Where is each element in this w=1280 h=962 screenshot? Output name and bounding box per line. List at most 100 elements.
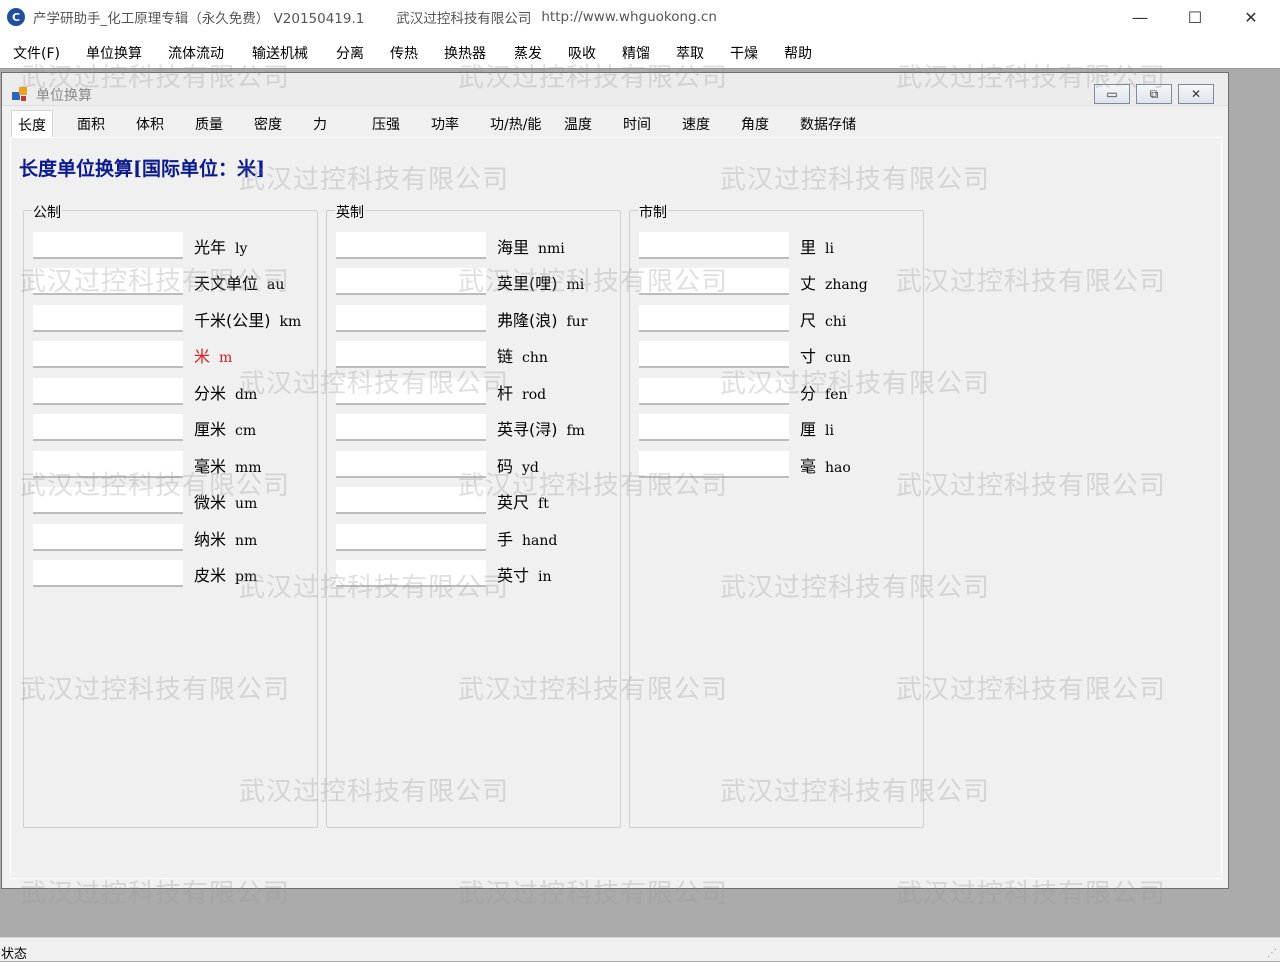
menu-fluid-flow[interactable]: 流体流动 [168, 43, 224, 63]
foot-input[interactable] [336, 487, 486, 514]
tab-temperature[interactable]: 温度 [564, 114, 592, 136]
metric-group-title: 公制 [32, 202, 62, 222]
chi-input[interactable] [639, 305, 789, 332]
unit-label: 皮米 pm [194, 562, 257, 586]
unit-name: 厘 [800, 420, 817, 439]
menu-drying[interactable]: 干燥 [730, 43, 758, 63]
unit-name: 微米 [194, 493, 227, 512]
unit-name: 分 [800, 384, 817, 403]
unit-abbr: hand [522, 533, 558, 549]
app-logo-icon: C [7, 8, 25, 26]
unit-name: 码 [497, 457, 514, 476]
unit-label: 里 li [800, 234, 834, 258]
menu-heat-exchanger[interactable]: 换热器 [444, 43, 486, 63]
menu-absorption[interactable]: 吸收 [568, 43, 596, 63]
unit-abbr: cm [235, 423, 257, 439]
cun-input[interactable] [639, 341, 789, 368]
nautical-mile-input[interactable] [336, 232, 486, 259]
unit-name: 英尺 [497, 493, 530, 512]
unit-label: 寸 cun [800, 343, 851, 367]
app-url: http://www.whguokong.cn [541, 9, 717, 25]
unit-abbr: cun [825, 350, 851, 366]
hao-input[interactable] [639, 451, 789, 478]
tab-mass[interactable]: 质量 [195, 114, 223, 136]
unit-name: 英寻(浔) [497, 420, 558, 439]
nanometer-input[interactable] [33, 524, 183, 551]
tab-speed[interactable]: 速度 [682, 114, 710, 136]
unit-label-base: 米m [194, 343, 232, 367]
imperial-group-title: 英制 [335, 202, 365, 222]
tab-length[interactable]: 长度 [11, 110, 53, 137]
unit-abbr: um [235, 496, 258, 512]
metric-group: 公制 光年 ly 天文单位 au 千米(公里) km 米m 分米 dm 厘米 cm 毫米 m… [23, 202, 318, 828]
furlong-input[interactable] [336, 305, 486, 332]
yard-input[interactable] [336, 451, 486, 478]
menu-conveying[interactable]: 输送机械 [252, 43, 308, 63]
centimeter-input[interactable] [33, 414, 183, 441]
tab-density[interactable]: 密度 [254, 114, 282, 136]
kilometer-input[interactable] [33, 305, 183, 332]
minimize-button[interactable]: — [1112, 0, 1168, 34]
menu-separation[interactable]: 分离 [336, 43, 364, 63]
fathom-input[interactable] [336, 414, 486, 441]
unit-name: 丈 [800, 274, 817, 293]
child-close-button[interactable]: ✕ [1178, 84, 1214, 104]
picometer-input[interactable] [33, 560, 183, 587]
tab-force[interactable]: 力 [313, 114, 327, 136]
mile-input[interactable] [336, 268, 486, 295]
unit-name: 弗隆(浪) [497, 311, 558, 330]
tab-time[interactable]: 时间 [623, 114, 651, 136]
menu-extraction[interactable]: 萃取 [676, 43, 704, 63]
maximize-button[interactable]: ☐ [1167, 0, 1223, 34]
zhang-input[interactable] [639, 268, 789, 295]
unit-name: 毫米 [194, 457, 227, 476]
tab-pressure[interactable]: 压强 [372, 114, 400, 136]
light-year-input[interactable] [33, 232, 183, 259]
unit-label: 海里 nmi [497, 234, 565, 258]
tab-data-storage[interactable]: 数据存储 [800, 114, 856, 136]
micrometer-input[interactable] [33, 487, 183, 514]
astronomical-unit-input[interactable] [33, 268, 183, 295]
fen-input[interactable] [639, 378, 789, 405]
tab-volume[interactable]: 体积 [136, 114, 164, 136]
close-button[interactable]: ✕ [1223, 0, 1279, 34]
tab-work-heat-energy[interactable]: 功/热/能 [490, 114, 541, 136]
status-text: 状态 [1, 947, 28, 962]
unit-label: 英尺 ft [497, 489, 549, 513]
menu-evaporation[interactable]: 蒸发 [514, 43, 542, 63]
meter-input[interactable] [33, 341, 183, 368]
unit-abbr: ft [538, 496, 549, 512]
unit-abbr: li [825, 241, 834, 257]
tab-power[interactable]: 功率 [431, 114, 459, 136]
chain-input[interactable] [336, 341, 486, 368]
child-minimize-button[interactable]: ▭ [1094, 84, 1130, 104]
child-title-bar: 单位换算 ▭ ⧉ ✕ [2, 73, 1228, 106]
li-input[interactable] [639, 232, 789, 259]
child-restore-button[interactable]: ⧉ [1136, 84, 1172, 104]
unit-abbr: in [538, 569, 552, 585]
unit-abbr: nmi [538, 241, 565, 257]
resize-grip-icon[interactable]: ⋰ [1267, 948, 1277, 959]
tab-area[interactable]: 面积 [77, 114, 105, 136]
unit-abbr: m [219, 350, 233, 366]
unit-name: 里 [800, 238, 817, 257]
unit-name: 光年 [194, 238, 227, 257]
millimeter-input[interactable] [33, 451, 183, 478]
menu-heat-transfer[interactable]: 传热 [390, 43, 418, 63]
tab-angle[interactable]: 角度 [741, 114, 769, 136]
li-small-input[interactable] [639, 414, 789, 441]
unit-abbr: rod [522, 387, 547, 403]
inch-input[interactable] [336, 560, 486, 587]
unit-abbr: km [279, 314, 302, 330]
rod-input[interactable] [336, 378, 486, 405]
page-title: 长度单位换算[国际单位：米] [19, 158, 265, 180]
menu-file[interactable]: 文件(F) [13, 43, 60, 63]
hand-input[interactable] [336, 524, 486, 551]
unit-abbr: pm [235, 569, 258, 585]
menu-unit-convert[interactable]: 单位换算 [86, 43, 142, 63]
decimeter-input[interactable] [33, 378, 183, 405]
unit-name: 纳米 [194, 530, 227, 549]
unit-tabs: 长度 面积 体积 质量 密度 力 压强 功率 功/热/能 温度 时间 速度 角度… [2, 109, 1228, 137]
menu-distillation[interactable]: 精馏 [622, 43, 650, 63]
menu-help[interactable]: 帮助 [784, 43, 812, 63]
